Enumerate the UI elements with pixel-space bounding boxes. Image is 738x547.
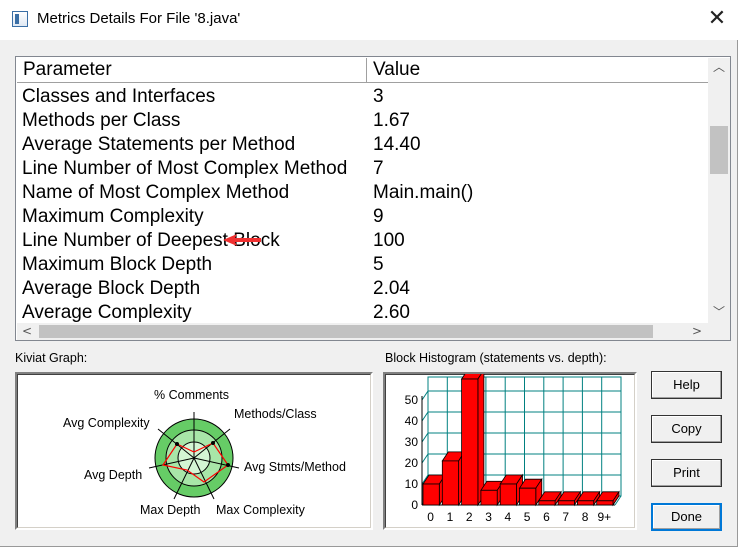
vertical-scroll-thumb[interactable] [710,126,728,174]
histogram-x-tick-label: 0 [427,510,434,524]
column-header-parameter[interactable]: Parameter [17,58,367,82]
histogram-side-gridline [421,432,429,443]
kiviat-axis-label: Avg Depth [84,468,143,482]
window-title: Metrics Details For File '8.java' [37,10,241,27]
kiviat-axis-label: Max Complexity [216,503,305,517]
kiviat-axis-label: Methods/Class [234,407,317,421]
histogram-bar [499,483,517,506]
histogram-x-tick-label: 6 [543,510,550,524]
histogram-bar [519,487,537,506]
value-cell: Main.main() [373,182,474,203]
vertical-scrollbar[interactable]: ︿ ﹀ [708,58,730,323]
copy-button[interactable]: Copy [651,415,722,443]
parameter-cell: Line Number of Most Complex Method [22,158,348,179]
parameter-cell: Maximum Block Depth [22,254,213,275]
histogram-bar [441,460,459,506]
histogram-bar-side [477,374,485,507]
histogram-side-gridline [421,411,429,422]
block-histogram-chart: 010203040500 1 2 3 4 5 6 7 8 9+ [405,374,622,524]
histogram-y-tick-label: 20 [405,456,419,470]
metrics-list[interactable]: Parameter Value Classes and Interfaces 3 … [15,56,731,341]
scroll-right-icon[interactable]: > [687,323,707,340]
scroll-left-icon[interactable]: < [17,323,37,340]
histogram-bar [461,378,479,506]
window-app-icon [12,11,28,27]
help-button[interactable]: Help [651,371,722,399]
horizontal-scrollbar[interactable]: < > [17,323,708,340]
histogram-label: Block Histogram (statements vs. depth): [385,351,607,365]
parameter-cell: Name of Most Complex Method [22,182,290,203]
parameter-cell: Maximum Complexity [22,206,204,227]
table-row[interactable]: Maximum Complexity 9 [17,205,708,229]
list-rows: Classes and Interfaces 3 Methods per Clas… [17,85,708,323]
parameter-cell: Average Complexity [22,302,192,323]
histogram-y-tick-label: 50 [405,393,419,407]
column-header-value[interactable]: Value [367,58,708,82]
value-cell: 9 [373,206,384,227]
parameter-cell: Methods per Class [22,110,181,131]
value-cell: 100 [373,230,405,251]
table-row[interactable]: Classes and Interfaces 3 [17,85,708,109]
parameter-cell: Average Statements per Method [22,134,296,155]
table-row[interactable]: Line Number of Most Complex Method 7 [17,157,708,181]
histogram-x-tick-label: 1 [447,510,454,524]
histogram-bar [538,500,556,506]
print-button[interactable]: Print [651,459,722,487]
list-header: Parameter Value [17,58,708,83]
histogram-x-tick-label: 3 [485,510,492,524]
histogram-x-tick-label: 2 [466,510,473,524]
table-row[interactable]: Average Block Depth 2.04 [17,277,708,301]
table-row[interactable]: Line Number of Deepest Block 100 [17,229,708,253]
value-cell: 5 [373,254,384,275]
annotation-arrow-icon [223,234,261,246]
table-row[interactable]: Methods per Class 1.67 [17,109,708,133]
close-button[interactable]: ✕ [700,3,734,37]
value-cell: 2.04 [373,278,410,299]
histogram-side-gridline [421,390,429,401]
histogram-x-tick-label: 4 [505,510,512,524]
histogram-bar [422,483,440,506]
histogram-bar [596,500,614,506]
kiviat-axis-label: Avg Complexity [63,416,150,430]
title-bar: Metrics Details For File '8.java' ✕ [0,0,738,40]
histogram-panel: 0 10 20 30 40 50 0 1 2 3 4 5 6 7 8 9+ [383,372,637,530]
histogram-x-tick-label: 5 [524,510,531,524]
kiviat-graph-panel: % Comments Methods/Class Avg Stmts/Metho… [15,372,373,530]
table-row[interactable]: Name of Most Complex Method Main.main() [17,181,708,205]
scrollbar-corner [708,323,730,340]
done-button[interactable]: Done [651,503,722,531]
kiviat-axis-label: Avg Stmts/Method [244,460,346,474]
histogram-y-tick-label: 0 [411,498,418,512]
table-row[interactable]: Average Complexity 2.60 [17,301,708,323]
value-cell: 2.60 [373,302,410,323]
kiviat-axis-label: Max Depth [140,503,201,517]
kiviat-axis-label: % Comments [154,388,230,402]
value-cell: 7 [373,158,384,179]
parameter-cell: Average Block Depth [22,278,201,299]
parameter-cell: Classes and Interfaces [22,86,216,107]
histogram-bar [480,489,498,506]
value-cell: 3 [373,86,384,107]
kiviat-graph-label: Kiviat Graph: [15,351,88,365]
table-row[interactable]: Maximum Block Depth 5 [17,253,708,277]
histogram-y-tick-label: 10 [405,477,419,491]
histogram-bar [557,500,575,506]
histogram-y-tick-label: 30 [405,435,419,449]
histogram-bar [576,500,595,506]
horizontal-scroll-thumb[interactable] [39,325,653,338]
histogram-side-gridline [421,453,429,464]
histogram-x-tick-label: 8 [582,510,589,524]
value-cell: 1.67 [373,110,410,131]
value-cell: 14.40 [373,134,421,155]
scroll-down-icon[interactable]: ﹀ [708,303,730,321]
histogram-x-tick-label: 7 [562,510,569,524]
histogram-y-tick-label: 40 [405,414,419,428]
histogram-x-tick-label: 9+ [598,510,612,524]
scroll-up-icon[interactable]: ︿ [708,58,730,76]
table-row[interactable]: Average Statements per Method 14.40 [17,133,708,157]
